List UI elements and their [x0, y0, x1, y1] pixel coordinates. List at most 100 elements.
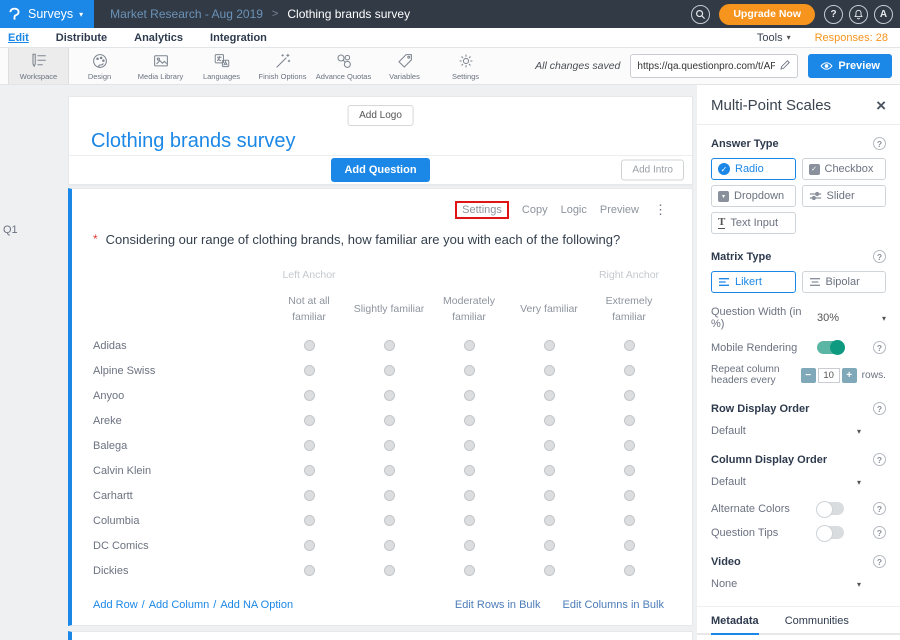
add-logo-button[interactable]: Add Logo: [347, 105, 414, 126]
radio-button[interactable]: [384, 565, 395, 576]
tool-finish-options[interactable]: Finish Options: [252, 48, 313, 84]
radio-button[interactable]: [624, 565, 635, 576]
nav-item-distribute[interactable]: Distribute: [56, 32, 107, 44]
radio-button[interactable]: [304, 540, 315, 551]
radio-button[interactable]: [304, 340, 315, 351]
stepper-value[interactable]: 10: [818, 368, 840, 383]
radio-button[interactable]: [384, 390, 395, 401]
radio-button[interactable]: [304, 365, 315, 376]
radio-button[interactable]: [384, 415, 395, 426]
radio-button[interactable]: [624, 415, 635, 426]
edit-columns-in-bulk-link[interactable]: Edit Columns in Bulk: [563, 599, 665, 611]
help-icon[interactable]: ?: [873, 402, 886, 415]
search-button[interactable]: [691, 5, 710, 24]
question-copy-action[interactable]: Copy: [522, 204, 548, 216]
help-icon[interactable]: ?: [873, 341, 886, 354]
edit-url-pencil-icon[interactable]: [779, 59, 791, 74]
tool-languages[interactable]: Languages: [191, 48, 252, 84]
radio-button[interactable]: [544, 465, 555, 476]
radio-button[interactable]: [624, 340, 635, 351]
question-text[interactable]: Considering our range of clothing brands…: [106, 232, 621, 248]
tab-metadata[interactable]: Metadata: [711, 615, 759, 635]
matrix-type-likert[interactable]: Likert: [711, 271, 796, 293]
help-button[interactable]: ?: [824, 5, 843, 24]
radio-button[interactable]: [384, 515, 395, 526]
radio-button[interactable]: [384, 465, 395, 476]
radio-button[interactable]: [464, 490, 475, 501]
radio-button[interactable]: [544, 540, 555, 551]
video-select[interactable]: None ▾: [711, 578, 861, 590]
radio-button[interactable]: [464, 365, 475, 376]
add-intro-button[interactable]: Add Intro: [621, 160, 684, 181]
radio-button[interactable]: [624, 515, 635, 526]
radio-button[interactable]: [624, 490, 635, 501]
radio-button[interactable]: [304, 515, 315, 526]
matrix-type-bipolar[interactable]: Bipolar: [802, 271, 887, 293]
tool-settings[interactable]: Settings: [435, 48, 496, 84]
alternate-colors-toggle[interactable]: [817, 502, 844, 515]
radio-button[interactable]: [464, 340, 475, 351]
answer-type-slider[interactable]: Slider: [802, 185, 887, 207]
radio-button[interactable]: [544, 440, 555, 451]
radio-button[interactable]: [464, 515, 475, 526]
radio-button[interactable]: [384, 490, 395, 501]
radio-button[interactable]: [304, 390, 315, 401]
radio-button[interactable]: [544, 490, 555, 501]
radio-button[interactable]: [464, 415, 475, 426]
radio-button[interactable]: [384, 340, 395, 351]
question-width-value[interactable]: 30%: [817, 312, 839, 324]
tool-advance-quotas[interactable]: Advance Quotas: [313, 48, 374, 84]
radio-button[interactable]: [544, 565, 555, 576]
radio-button[interactable]: [304, 565, 315, 576]
radio-button[interactable]: [544, 365, 555, 376]
help-icon[interactable]: ?: [873, 555, 886, 568]
radio-button[interactable]: [384, 365, 395, 376]
radio-button[interactable]: [624, 465, 635, 476]
add-column-link[interactable]: Add Column: [149, 599, 210, 611]
close-icon[interactable]: ×: [876, 97, 886, 114]
radio-button[interactable]: [624, 365, 635, 376]
avatar[interactable]: A: [874, 5, 893, 24]
help-icon[interactable]: ?: [873, 502, 886, 515]
product-switcher[interactable]: Surveys ▾: [0, 0, 94, 28]
survey-title[interactable]: Clothing brands survey: [91, 130, 296, 153]
tab-communities[interactable]: Communities: [785, 615, 849, 633]
edit-rows-in-bulk-link[interactable]: Edit Rows in Bulk: [455, 599, 541, 611]
row-display-order-select[interactable]: Default ▾: [711, 425, 861, 437]
nav-item-analytics[interactable]: Analytics: [134, 32, 183, 44]
help-icon[interactable]: ?: [873, 526, 886, 539]
radio-button[interactable]: [304, 465, 315, 476]
tool-workspace[interactable]: Workspace: [8, 48, 69, 84]
breadcrumb-project[interactable]: Market Research - Aug 2019: [110, 7, 263, 21]
nav-item-integration[interactable]: Integration: [210, 32, 267, 44]
tool-media-library[interactable]: Media Library: [130, 48, 191, 84]
radio-button[interactable]: [464, 565, 475, 576]
kebab-menu-icon[interactable]: ⋮: [654, 202, 667, 218]
radio-button[interactable]: [544, 415, 555, 426]
stepper-minus-button[interactable]: −: [801, 368, 816, 383]
stepper-plus-button[interactable]: +: [842, 368, 857, 383]
answer-type-text-input[interactable]: T Text Input: [711, 212, 796, 234]
question-logic-action[interactable]: Logic: [561, 204, 587, 216]
nav-item-edit[interactable]: Edit: [8, 32, 29, 44]
radio-button[interactable]: [544, 390, 555, 401]
answer-type-checkbox[interactable]: ✓ Checkbox: [802, 158, 887, 180]
question-tips-toggle[interactable]: [817, 526, 844, 539]
preview-button[interactable]: Preview: [808, 54, 892, 78]
radio-button[interactable]: [304, 415, 315, 426]
mobile-rendering-toggle[interactable]: [817, 341, 844, 354]
add-question-button[interactable]: Add Question: [331, 158, 429, 182]
survey-url-input[interactable]: [637, 61, 775, 72]
radio-button[interactable]: [544, 515, 555, 526]
chevron-down-icon[interactable]: ▾: [882, 314, 886, 323]
radio-button[interactable]: [384, 440, 395, 451]
help-icon[interactable]: ?: [873, 250, 886, 263]
radio-button[interactable]: [304, 440, 315, 451]
help-icon[interactable]: ?: [873, 453, 886, 466]
tool-design[interactable]: Design: [69, 48, 130, 84]
radio-button[interactable]: [544, 340, 555, 351]
responses-count[interactable]: Responses: 28: [815, 32, 888, 44]
tools-menu[interactable]: Tools ▾: [757, 32, 791, 44]
column-display-order-select[interactable]: Default ▾: [711, 476, 861, 488]
add-row-link[interactable]: Add Row: [93, 599, 138, 611]
